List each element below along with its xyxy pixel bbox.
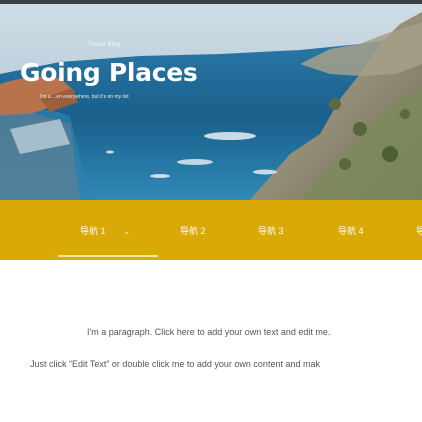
nav-item-2-label: 导航 2: [180, 226, 206, 236]
nav-active-underline: [58, 255, 158, 257]
nav-item-2[interactable]: 导航 2: [180, 224, 206, 238]
hero-banner: Travel Blog Going Places I'm a ...en eve…: [0, 4, 422, 200]
site-title[interactable]: Going Places: [20, 58, 198, 88]
main-navigation: 导航 1 ⌄ 导航 2 导航 3 导航 4 导: [0, 200, 422, 260]
blog-tag-label: Travel Blog: [88, 42, 121, 48]
site-tagline: I'm a ...en everywhere, but it's on my l…: [40, 94, 129, 100]
nav-item-1[interactable]: 导航 1 ⌄: [80, 224, 130, 238]
paragraph-text-2[interactable]: Just click “Edit Text” or double click m…: [30, 359, 320, 369]
paragraph-text-1[interactable]: I'm a paragraph. Click here to add your …: [87, 327, 330, 337]
chevron-down-icon: ⌄: [123, 227, 131, 236]
nav-item-5-partial[interactable]: 导: [416, 224, 422, 237]
nav-item-1-label: 导航 1: [80, 226, 106, 236]
nav-item-3[interactable]: 导航 3: [258, 224, 284, 238]
nav-item-4[interactable]: 导航 4: [338, 224, 364, 238]
nav-item-3-label: 导航 3: [258, 226, 284, 236]
hero-photo-coast: [0, 4, 422, 200]
nav-item-4-label: 导航 4: [338, 226, 364, 236]
